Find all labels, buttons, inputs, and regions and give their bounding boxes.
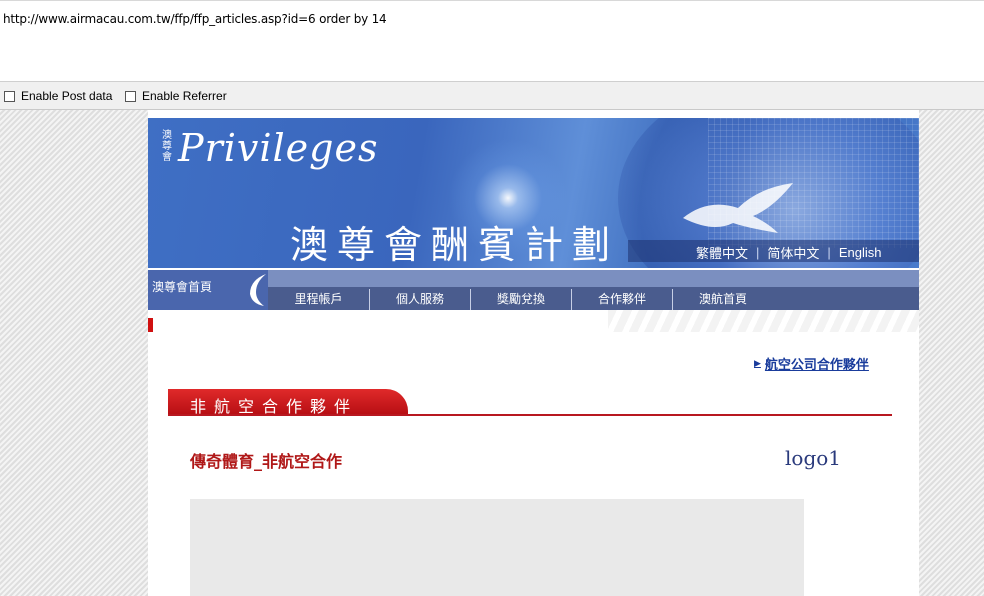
enable-referrer-checkbox[interactable]: Enable Referrer [125,89,227,103]
lang-simplified-link[interactable]: 简体中文 [767,243,819,262]
dove-icon [683,183,793,233]
banner: 澳尊會 Privileges 澳尊會酬賓計劃 繁體中文 | 简体中文 | Eng… [148,118,919,268]
airline-partners-label: 航空公司合作夥伴 [764,357,869,372]
options-bar: Enable Post data Enable Referrer [0,82,984,110]
nav-home-link[interactable]: 澳尊會首頁 [148,270,268,310]
separator: | [827,245,831,260]
nav-item-rewards[interactable]: 獎勵兌換 [470,289,571,310]
checkbox-label: Enable Post data [21,89,113,103]
nav-item-airmacau-home[interactable]: 澳航首頁 [672,289,773,310]
page-content: 澳尊會 Privileges 澳尊會酬賓計劃 繁體中文 | 简体中文 | Eng… [148,110,919,596]
separator: | [756,245,760,260]
decorative-strip [608,310,919,332]
nav-items: 里程帳戶 個人服務 獎勵兌換 合作夥伴 澳航首頁 [268,289,773,310]
nav-item-personal-service[interactable]: 個人服務 [369,289,470,310]
url-input[interactable]: http://www.airmacau.com.tw/ffp/ffp_artic… [3,12,387,26]
checkbox-box[interactable] [4,90,15,102]
red-marker [148,318,153,332]
nav-home-label: 澳尊會首頁 [152,280,213,294]
airline-partners-link[interactable]: ▶ 航空公司合作夥伴 [754,354,869,373]
checkbox-label: Enable Referrer [142,89,227,103]
bird-icon [250,274,266,306]
logo-small-text: 澳尊會 [162,130,172,163]
nav-item-partners[interactable]: 合作夥伴 [571,289,672,310]
page-background: 澳尊會 Privileges 澳尊會酬賓計劃 繁體中文 | 简体中文 | Eng… [0,110,984,596]
language-links: 繁體中文 | 简体中文 | English [696,243,881,262]
partner-logo-text: logo1 [785,446,842,470]
section-header: 非航空合作夥伴 [168,389,892,417]
banner-title: 澳尊會酬賓計劃 [290,223,620,267]
main-nav: 澳尊會首頁 里程帳戶 個人服務 獎勵兌換 合作夥伴 澳航首頁 [148,270,919,310]
url-area[interactable]: http://www.airmacau.com.tw/ffp/ffp_artic… [0,0,984,82]
arrow-icon: ▶ [754,358,761,368]
lang-traditional-link[interactable]: 繁體中文 [696,243,748,262]
section-tab: 非航空合作夥伴 [168,389,408,416]
content-box [190,499,804,596]
lang-english-link[interactable]: English [839,245,882,260]
checkbox-box[interactable] [125,90,136,102]
nav-item-mileage-account[interactable]: 里程帳戶 [268,289,369,310]
section-divider [168,414,892,416]
enable-post-data-checkbox[interactable]: Enable Post data [4,89,112,103]
privileges-logo: Privileges [178,126,379,170]
article-title: 傳奇體育_非航空合作 [190,452,343,471]
